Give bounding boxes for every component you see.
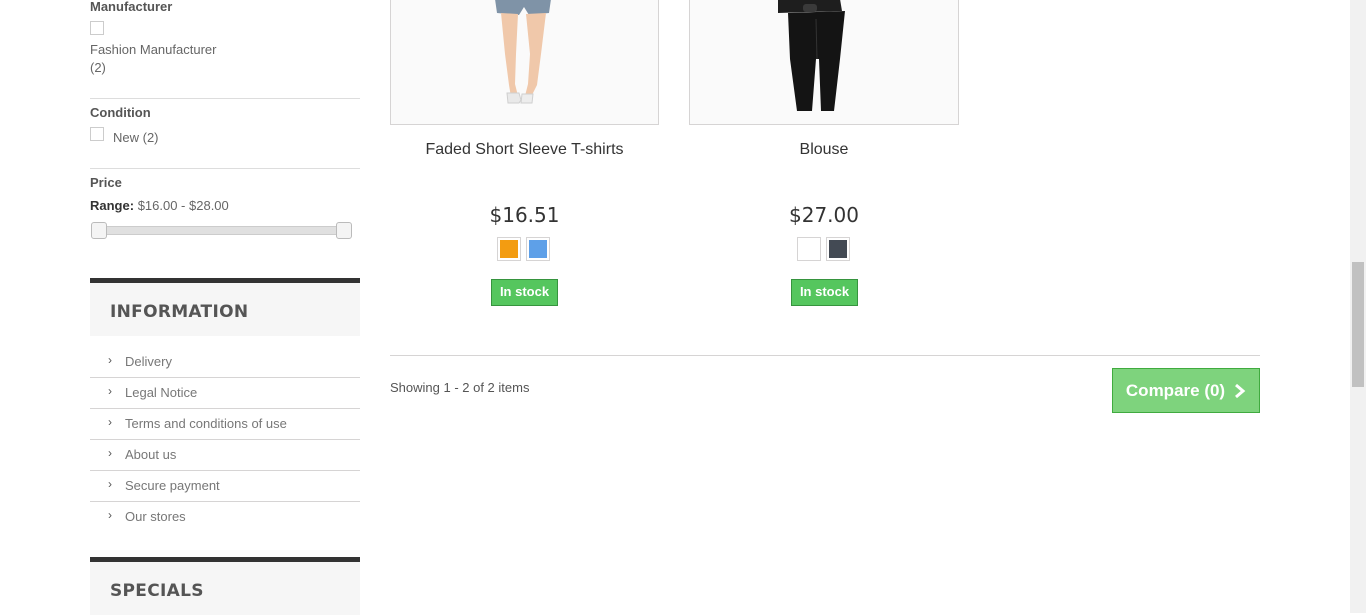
information-item[interactable]: › Legal Notice xyxy=(90,378,360,409)
chevron-right-icon: › xyxy=(108,353,112,367)
price-filter-title: Price xyxy=(90,175,122,190)
pagination-summary: Showing 1 - 2 of 2 items xyxy=(390,380,530,395)
product-list-divider xyxy=(390,355,1260,356)
price-range: Range: $16.00 - $28.00 xyxy=(90,198,229,213)
color-swatch-fill xyxy=(529,240,547,258)
price-range-value: $16.00 - $28.00 xyxy=(137,198,229,213)
specials-title: SPECIALS xyxy=(110,581,204,601)
color-swatch-fill xyxy=(829,240,847,258)
information-item-label[interactable]: Terms and conditions of use xyxy=(125,416,287,431)
filter-divider xyxy=(90,168,360,169)
product-image xyxy=(690,0,958,124)
chevron-right-icon: › xyxy=(108,384,112,398)
color-swatch[interactable] xyxy=(826,237,850,261)
manufacturer-option-count: (2) xyxy=(90,60,106,75)
product-name[interactable]: Faded Short Sleeve T-shirts xyxy=(390,141,659,159)
information-list: › Delivery › Legal Notice › Terms and co… xyxy=(90,347,360,532)
compare-button[interactable]: Compare (0) xyxy=(1112,368,1260,413)
color-swatch-fill xyxy=(500,240,518,258)
color-swatch[interactable] xyxy=(526,237,550,261)
price-slider-min-handle[interactable] xyxy=(91,222,107,239)
manufacturer-checkbox[interactable] xyxy=(90,21,104,35)
product-image-link[interactable] xyxy=(689,0,959,125)
information-block-header: INFORMATION xyxy=(90,278,360,336)
chevron-right-icon: › xyxy=(108,508,112,522)
price-range-label: Range: xyxy=(90,198,135,213)
information-item-label[interactable]: Legal Notice xyxy=(125,385,197,400)
chevron-right-icon: › xyxy=(108,477,112,491)
price-slider-track[interactable] xyxy=(98,226,344,235)
page-scrollbar[interactable] xyxy=(1350,0,1366,613)
in-stock-badge: In stock xyxy=(491,279,558,306)
chevron-right-icon: › xyxy=(108,446,112,460)
condition-new-checkbox[interactable] xyxy=(90,127,104,141)
information-item-label[interactable]: Secure payment xyxy=(125,478,220,493)
information-item[interactable]: › Our stores xyxy=(90,502,360,532)
chevron-right-icon: › xyxy=(108,415,112,429)
product-image-link[interactable] xyxy=(390,0,659,125)
filter-divider xyxy=(90,98,360,99)
information-item[interactable]: › About us xyxy=(90,440,360,471)
scrollbar-thumb[interactable] xyxy=(1352,262,1364,387)
product-name[interactable]: Blouse xyxy=(689,141,959,159)
information-item[interactable]: › Terms and conditions of use xyxy=(90,409,360,440)
information-item-label[interactable]: Delivery xyxy=(125,354,172,369)
price-slider-max-handle[interactable] xyxy=(336,222,352,239)
product-price: $16.51 xyxy=(489,203,560,227)
chevron-right-icon xyxy=(1235,383,1246,398)
product-image xyxy=(391,0,658,124)
color-swatch[interactable] xyxy=(497,237,521,261)
information-item[interactable]: › Delivery xyxy=(90,347,360,378)
product-price: $27.00 xyxy=(789,203,859,227)
information-title: INFORMATION xyxy=(110,302,249,322)
manufacturer-option-label[interactable]: Fashion Manufacturer xyxy=(90,42,216,57)
color-swatch[interactable] xyxy=(797,237,821,261)
manufacturer-filter-title: Manufacturer xyxy=(90,0,173,14)
specials-block-header: SPECIALS xyxy=(90,557,360,615)
in-stock-badge: In stock xyxy=(791,279,858,306)
color-swatch-fill xyxy=(800,240,818,258)
compare-button-label: Compare (0) xyxy=(1125,380,1226,400)
information-item[interactable]: › Secure payment xyxy=(90,471,360,502)
condition-filter-title: Condition xyxy=(90,105,151,120)
condition-new-label[interactable]: New (2) xyxy=(113,130,159,145)
information-item-label[interactable]: Our stores xyxy=(125,509,186,524)
information-item-label[interactable]: About us xyxy=(125,447,176,462)
